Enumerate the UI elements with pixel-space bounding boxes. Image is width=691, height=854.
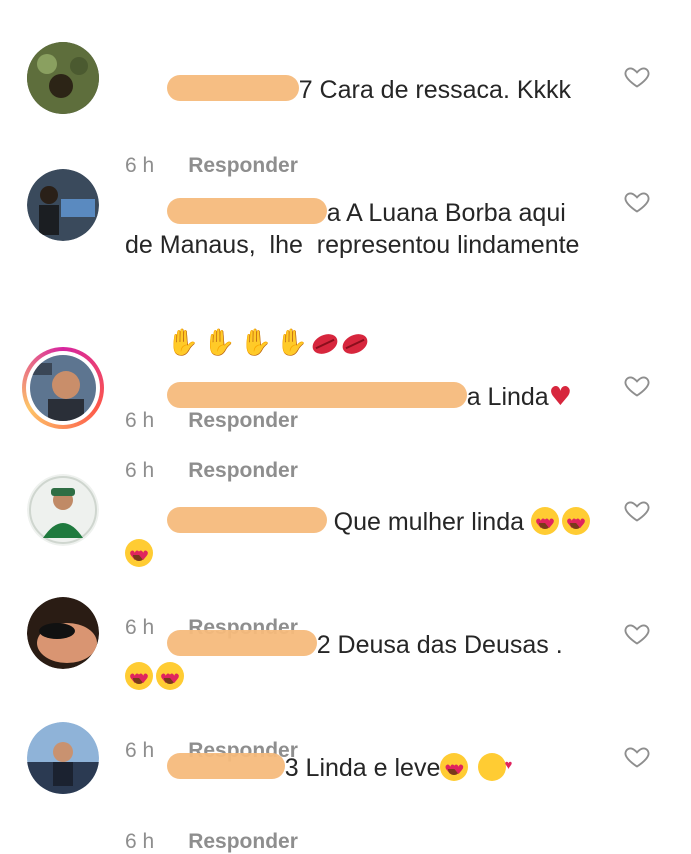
comment-text-row: a A Luana Borba aqui de Manaus, lhe repr… xyxy=(125,165,595,293)
avatar[interactable] xyxy=(27,169,99,241)
comment-meta: 6 h Responder xyxy=(125,830,595,854)
reply-button[interactable]: Responder xyxy=(188,830,298,853)
heart-eyes-emoji-icon xyxy=(125,662,153,696)
avatar[interactable] xyxy=(27,42,99,114)
redacted-username xyxy=(166,382,467,408)
heart-eyes-emoji-icon xyxy=(561,507,590,541)
comment-text: 7 Cara de ressaca. Kkkk xyxy=(298,76,572,104)
comment-text-row: 2 Deusa das Deusas . xyxy=(125,597,595,725)
heart-outline-icon[interactable] xyxy=(623,62,651,90)
red-heart-icon: ♥ xyxy=(548,382,573,412)
comment-body: 7 Cara de ressaca. Kkkk 6 h Responder xyxy=(125,42,595,178)
avatar-story-ring[interactable] xyxy=(22,347,104,429)
heart-outline-icon[interactable] xyxy=(623,619,651,647)
comment-text: 3 Linda e leve xyxy=(284,754,441,782)
avatar xyxy=(30,355,96,421)
avatar[interactable] xyxy=(27,597,99,669)
heart-outline-icon[interactable] xyxy=(623,496,651,524)
comment-text-row: a Linda♥ xyxy=(125,349,595,445)
timestamp: 6 h xyxy=(125,830,155,853)
comment-text-row: 3 Linda e leve xyxy=(125,720,595,816)
heart-outline-icon[interactable] xyxy=(623,742,651,770)
heart-eyes-emoji-icon xyxy=(530,507,559,541)
heart-outline-icon[interactable] xyxy=(623,187,651,215)
avatar[interactable] xyxy=(27,474,99,546)
heart-eyes-emoji-icon xyxy=(156,662,184,696)
face-blowing-kiss-icon xyxy=(478,749,512,781)
heart-eyes-emoji-icon xyxy=(125,539,153,573)
redacted-username xyxy=(166,198,327,224)
avatar[interactable] xyxy=(27,722,99,794)
comment-text: a Linda xyxy=(466,383,549,411)
redacted-username xyxy=(166,753,285,779)
comment-body: 3 Linda e leve 6 h Responder xyxy=(125,720,595,854)
comment-text: Que mulher linda xyxy=(333,508,525,536)
heart-outline-icon[interactable] xyxy=(623,371,651,399)
redacted-username xyxy=(166,507,327,533)
comment-text: 2 Deusa das Deusas . xyxy=(316,631,563,659)
redacted-username xyxy=(166,75,299,101)
comment-text-row: Que mulher linda xyxy=(125,474,595,602)
comment-body: a Linda♥ 6 h Responder xyxy=(125,349,595,483)
comment-text-row: 7 Cara de ressaca. Kkkk xyxy=(125,42,595,138)
redacted-username xyxy=(166,630,317,656)
heart-eyes-emoji-icon xyxy=(440,753,469,787)
